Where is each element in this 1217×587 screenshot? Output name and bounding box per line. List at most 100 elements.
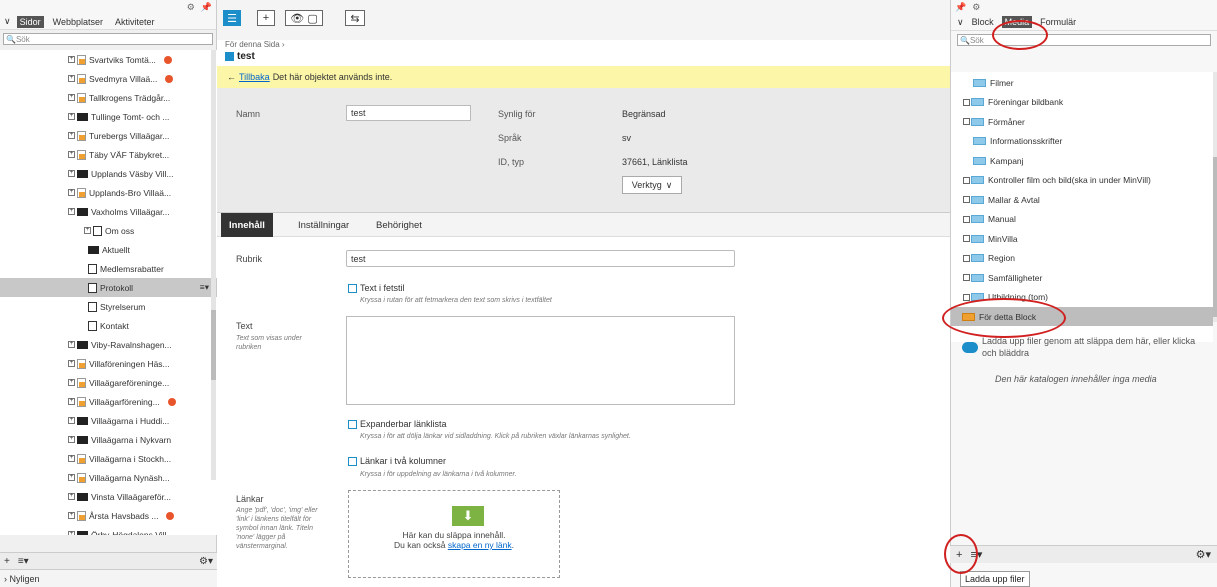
rubrik-field[interactable]: test	[346, 250, 735, 267]
two-columns-checkbox[interactable]: Länkar i två kolumner	[348, 456, 446, 466]
chevron-down-icon[interactable]: ∨	[957, 17, 964, 28]
media-folder[interactable]: Mallar & Avtal	[951, 190, 1213, 209]
compare-icon[interactable]: ⇆	[345, 10, 365, 26]
expand-icon[interactable]: +	[68, 170, 75, 177]
tree-node[interactable]: Styrelserum	[0, 297, 217, 316]
tree-node[interactable]: + Villaägarna i Huddi...	[0, 411, 217, 430]
checkbox-box[interactable]	[348, 456, 357, 466]
expand-icon[interactable]: +	[68, 360, 75, 367]
tree-node[interactable]: + Om oss	[0, 221, 217, 240]
tree-node[interactable]: Kontakt	[0, 316, 217, 335]
expand-icon[interactable]: +	[68, 189, 75, 196]
add-icon[interactable]: +	[257, 10, 275, 26]
gear-icon[interactable]: ⚙	[187, 2, 195, 13]
expand-icon[interactable]: +	[68, 379, 75, 386]
expand-icon[interactable]: +	[84, 227, 91, 234]
expand-icon[interactable]: +	[68, 75, 75, 82]
expand-icon[interactable]: +	[68, 398, 75, 405]
expand-icon[interactable]: +	[68, 94, 75, 101]
expand-icon[interactable]: +	[68, 132, 75, 139]
expand-icon[interactable]	[963, 176, 970, 184]
tools-dropdown[interactable]: Verktyg ∨	[622, 176, 682, 194]
media-folder[interactable]: Manual	[951, 210, 1213, 229]
tab-sidor[interactable]: Sidor	[16, 15, 44, 28]
checkbox-box[interactable]	[348, 419, 357, 429]
expand-icon[interactable]	[963, 215, 970, 223]
media-scrollbar[interactable]	[1213, 72, 1217, 322]
tab-installningar[interactable]: Inställningar	[298, 213, 349, 237]
expand-icon[interactable]: +	[68, 113, 75, 120]
text-area[interactable]	[346, 316, 735, 405]
tree-node[interactable]: + Tallkrogens Trädgår...	[0, 88, 217, 107]
back-link[interactable]: Tillbaka	[239, 72, 270, 82]
expand-icon[interactable]: +	[68, 56, 75, 63]
expand-icon[interactable]: +	[68, 151, 75, 158]
expand-checkbox[interactable]: Expanderbar länklista	[348, 419, 447, 429]
expand-icon[interactable]	[963, 254, 970, 262]
media-folder[interactable]: Informationsskrifter	[951, 132, 1213, 151]
upload-hint[interactable]: Ladda upp filer genom att släppa dem här…	[982, 336, 1212, 359]
tree-node[interactable]: + Villaägarna i Stockh...	[0, 449, 217, 468]
tree-node[interactable]: Protokoll ≡▾	[0, 278, 217, 297]
media-folder[interactable]: Samfälligheter	[951, 268, 1213, 287]
tree-node[interactable]: + Viby-Ravalnshagen...	[0, 335, 217, 354]
tree-node[interactable]: + Villaföreningen Häs...	[0, 354, 217, 373]
visible-value[interactable]: Begränsad	[622, 109, 666, 119]
pin-icon[interactable]: 📌	[955, 2, 966, 13]
breadcrumb[interactable]: För denna Sida ›	[225, 40, 285, 49]
tab-block[interactable]: Block	[969, 16, 997, 28]
tree-node[interactable]: + Upplands Väsby Vill...	[0, 164, 217, 183]
expand-icon[interactable]: +	[68, 436, 75, 443]
expand-icon[interactable]	[963, 293, 970, 301]
tree-node[interactable]: + Vinsta Villaägareför...	[0, 487, 217, 506]
tree-node[interactable]: + Tullinge Tomt- och ...	[0, 107, 217, 126]
media-folder[interactable]: Kampanj	[951, 151, 1213, 170]
expand-icon[interactable]	[963, 274, 970, 281]
expand-icon[interactable]: +	[68, 455, 75, 462]
tree-node[interactable]: Aktuellt	[0, 240, 217, 259]
tab-webbplatser[interactable]: Webbplatser	[50, 16, 106, 28]
recent-tab[interactable]: › Nyligen	[0, 569, 217, 587]
expand-icon[interactable]: +	[68, 531, 75, 535]
tree-node[interactable]: + Villaägareföreninge...	[0, 373, 217, 392]
expand-icon[interactable]: +	[68, 474, 75, 481]
expand-icon[interactable]: +	[68, 341, 75, 348]
expand-icon[interactable]	[963, 235, 970, 242]
tree-node[interactable]: + Örby-Högdalens Vill...	[0, 525, 217, 535]
tree-node[interactable]: + Upplands-Bro Villaä...	[0, 183, 217, 202]
chevron-down-icon[interactable]: ∨	[4, 16, 11, 27]
expand-icon[interactable]	[963, 196, 970, 203]
tab-behorighet[interactable]: Behörighet	[376, 213, 422, 237]
name-field[interactable]: test	[346, 105, 471, 121]
gear-icon[interactable]: ⚙	[972, 2, 980, 13]
expand-icon[interactable]: +	[68, 512, 75, 519]
expand-icon[interactable]	[963, 98, 970, 106]
tree-node[interactable]: + Årsta Havsbads ...	[0, 506, 217, 525]
pin-icon[interactable]: 📌	[201, 2, 212, 13]
media-folder[interactable]: MinVilla	[951, 229, 1213, 248]
add-icon[interactable]: +	[4, 556, 10, 567]
expand-icon[interactable]: +	[68, 208, 75, 215]
expand-icon[interactable]: +	[68, 417, 75, 424]
tab-innehall[interactable]: Innehåll	[221, 213, 273, 237]
breadcrumb-label[interactable]: För denna Sida	[225, 40, 280, 49]
expand-icon[interactable]: +	[68, 493, 75, 500]
menu-icon[interactable]: ≡▾	[18, 556, 29, 567]
tree-node[interactable]: + Turebergs Villaägar...	[0, 126, 217, 145]
tree-node[interactable]: + Svedmyra Villaä...	[0, 69, 217, 88]
media-folder[interactable]: Föreningar bildbank	[951, 93, 1213, 112]
media-folder[interactable]: Kontroller film och bild(ska in under Mi…	[951, 171, 1213, 190]
tree-node[interactable]: + Vaxholms Villaägar...	[0, 202, 217, 221]
settings-icon[interactable]: ⚙▾	[199, 556, 213, 567]
tab-aktiviteter[interactable]: Aktiviteter	[112, 16, 158, 28]
tree-node[interactable]: + Svartviks Tomtä...	[0, 50, 217, 69]
tree-node[interactable]: + Villaägarna Nynäsh...	[0, 468, 217, 487]
tree-scrollbar[interactable]	[211, 50, 216, 480]
checkbox-box[interactable]	[348, 283, 357, 293]
node-menu-icon[interactable]: ≡▾	[200, 282, 209, 293]
bold-checkbox[interactable]: Text i fetstil	[348, 283, 405, 293]
view-toggle[interactable]: 👁 ▢	[285, 10, 323, 26]
page-search-input[interactable]: 🔍 Sök	[3, 33, 213, 45]
tree-node[interactable]: Medlemsrabatter	[0, 259, 217, 278]
tree-node[interactable]: + Villaägarna i Nykvarn	[0, 430, 217, 449]
